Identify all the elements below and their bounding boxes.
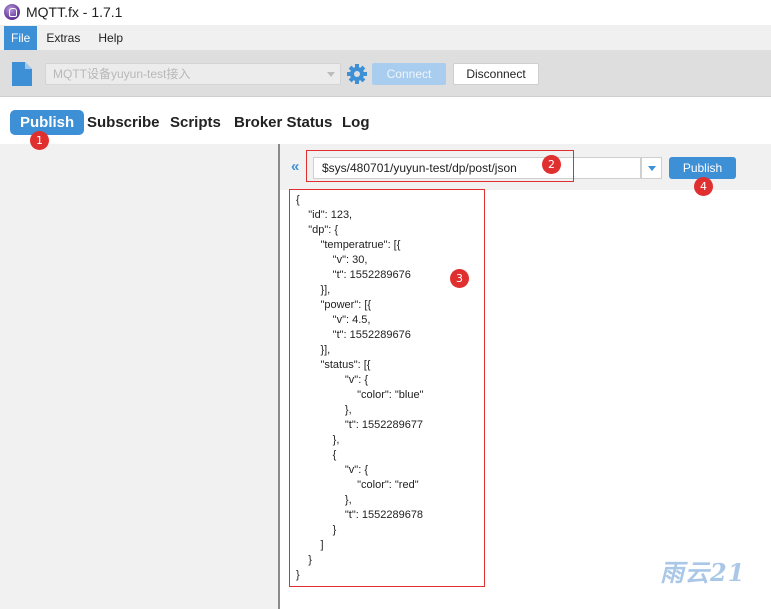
watermark-logo: 雨云21 <box>660 558 746 587</box>
publish-history-pane <box>0 144 278 609</box>
menu-help[interactable]: Help <box>89 26 132 50</box>
chevron-down-icon <box>327 72 335 77</box>
connection-toolbar: MQTT设备yuyun-test接入 Connect Disconnect <box>0 50 771 97</box>
disconnect-button[interactable]: Disconnect <box>453 63 539 85</box>
window-title: MQTT.fx - 1.7.1 <box>26 4 123 20</box>
menu-file[interactable]: File <box>4 25 38 50</box>
collapse-left-icon[interactable]: « <box>291 158 299 175</box>
topic-dropdown-button[interactable] <box>641 157 662 179</box>
annotation-badge-2: 2 <box>542 155 561 174</box>
tab-broker-status[interactable]: Broker Status <box>234 110 332 135</box>
gear-icon[interactable] <box>346 63 368 85</box>
title-bar: MQTT.fx - 1.7.1 <box>0 0 771 24</box>
connection-profile-file-icon[interactable] <box>12 62 32 86</box>
tab-subscribe[interactable]: Subscribe <box>87 110 160 135</box>
annotation-box-topic <box>306 150 574 182</box>
main-tabs: Publish Subscribe Scripts Broker Status … <box>0 98 771 144</box>
connect-button[interactable]: Connect <box>372 63 446 85</box>
connection-profile-select[interactable]: MQTT设备yuyun-test接入 <box>45 63 341 85</box>
annotation-badge-3: 3 <box>450 269 469 288</box>
tab-scripts[interactable]: Scripts <box>170 110 221 135</box>
publish-button[interactable]: Publish <box>669 157 736 179</box>
connection-profile-value: MQTT设备yuyun-test接入 <box>53 67 191 81</box>
annotation-badge-1: 1 <box>30 131 49 150</box>
annotation-badge-4: 4 <box>694 177 713 196</box>
menu-extras[interactable]: Extras <box>37 26 89 50</box>
split-pane-divider[interactable] <box>278 144 280 609</box>
annotation-box-payload <box>289 189 485 587</box>
menu-bar: File Extras Help <box>0 25 771 50</box>
mqttfx-app-icon <box>4 4 20 20</box>
tab-publish[interactable]: Publish <box>10 110 85 135</box>
tab-log[interactable]: Log <box>342 110 370 135</box>
